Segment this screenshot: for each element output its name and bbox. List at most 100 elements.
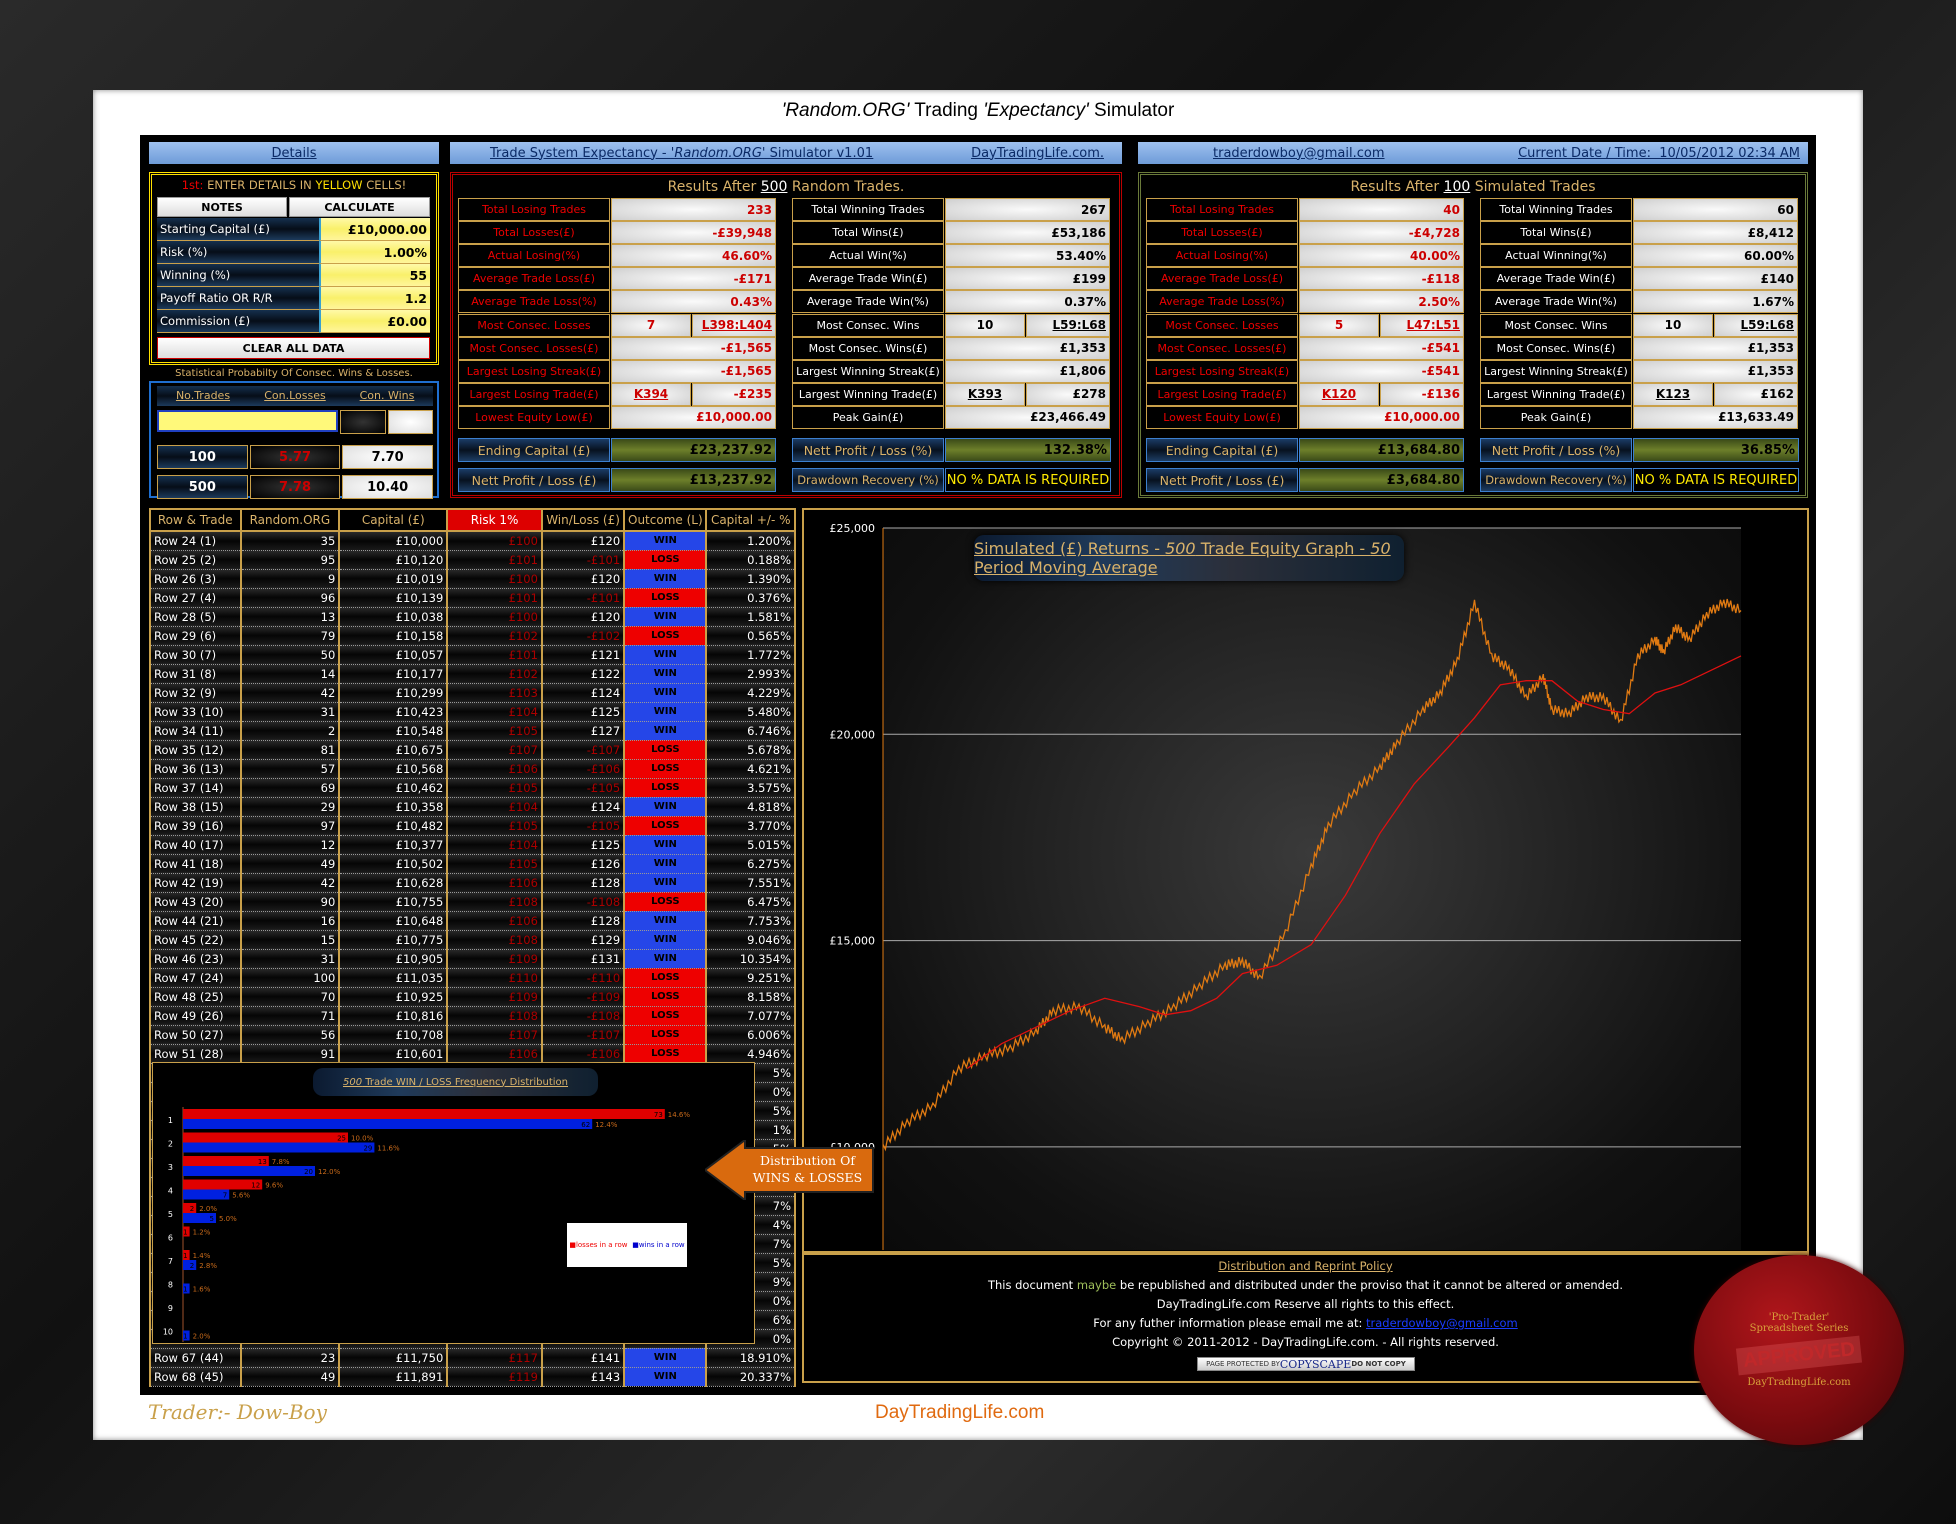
table-cell[interactable]: 1.581% <box>705 607 796 627</box>
table-cell[interactable]: £10,601 <box>338 1044 449 1064</box>
cell-ref-link[interactable]: K120 <box>1299 382 1379 406</box>
cell-range-link[interactable]: L59:L68 <box>1026 313 1110 337</box>
table-cell[interactable]: Row 33 (10) <box>149 702 242 722</box>
table-cell[interactable]: £120 <box>540 531 626 551</box>
table-cell[interactable]: 9.046% <box>705 930 796 950</box>
table-cell[interactable]: LOSS <box>623 1044 708 1064</box>
table-cell[interactable]: -£105 <box>540 778 626 798</box>
table-cell[interactable]: 35 <box>239 531 341 551</box>
table-cell[interactable]: 16 <box>239 911 341 931</box>
table-cell[interactable]: Row 29 (6) <box>149 626 242 646</box>
table-cell[interactable]: Row 28 (5) <box>149 607 242 627</box>
table-cell[interactable]: £10,358 <box>338 797 449 817</box>
table-cell[interactable]: £120 <box>540 607 626 627</box>
table-cell[interactable]: WIN <box>623 854 708 874</box>
table-cell[interactable]: £143 <box>540 1367 626 1387</box>
table-cell[interactable]: Row 34 (11) <box>149 721 242 741</box>
table-cell[interactable]: £10,568 <box>338 759 449 779</box>
table-cell[interactable]: Row 31 (8) <box>149 664 242 684</box>
copyscape-badge[interactable]: PAGE PROTECTED BY COPYSCAPE DO NOT COPY <box>1197 1357 1415 1371</box>
table-cell[interactable]: Row 41 (18) <box>149 854 242 874</box>
table-cell[interactable]: £101 <box>446 645 543 665</box>
table-cell[interactable]: £10,925 <box>338 987 449 1007</box>
column-header[interactable]: Outcome (L) <box>623 508 708 532</box>
table-cell[interactable]: £101 <box>446 588 543 608</box>
table-cell[interactable]: Row 42 (19) <box>149 873 242 893</box>
table-cell[interactable]: LOSS <box>623 778 708 798</box>
cell-range-link[interactable]: L59:L68 <box>1714 313 1798 337</box>
table-cell[interactable]: £100 <box>446 607 543 627</box>
table-cell[interactable]: £125 <box>540 835 626 855</box>
table-cell[interactable]: Row 45 (22) <box>149 930 242 950</box>
table-cell[interactable]: LOSS <box>623 816 708 836</box>
no-trades-input[interactable] <box>157 410 338 432</box>
table-cell[interactable]: £125 <box>540 702 626 722</box>
table-cell[interactable]: £106 <box>446 911 543 931</box>
table-cell[interactable]: £106 <box>446 1044 543 1064</box>
table-cell[interactable]: £121 <box>540 645 626 665</box>
table-cell[interactable]: £10,548 <box>338 721 449 741</box>
table-cell[interactable]: LOSS <box>623 1025 708 1045</box>
table-cell[interactable]: WIN <box>623 531 708 551</box>
table-cell[interactable]: £109 <box>446 987 543 1007</box>
table-cell[interactable]: £10,648 <box>338 911 449 931</box>
table-cell[interactable]: 71 <box>239 1006 341 1026</box>
table-cell[interactable]: WIN <box>623 911 708 931</box>
table-cell[interactable]: £10,502 <box>338 854 449 874</box>
table-cell[interactable]: 23 <box>239 1348 341 1368</box>
cell-ref-link[interactable]: K394 <box>611 382 691 406</box>
table-cell[interactable]: 8.158% <box>705 987 796 1007</box>
table-cell[interactable]: 42 <box>239 873 341 893</box>
table-cell[interactable]: Row 51 (28) <box>149 1044 242 1064</box>
table-cell[interactable]: 29 <box>239 797 341 817</box>
table-cell[interactable]: WIN <box>623 607 708 627</box>
column-header[interactable]: Capital +/- % <box>705 508 796 532</box>
table-cell[interactable]: £10,482 <box>338 816 449 836</box>
detail-field-input[interactable]: 55 <box>319 264 430 287</box>
table-cell[interactable]: £10,139 <box>338 588 449 608</box>
table-cell[interactable]: LOSS <box>623 626 708 646</box>
table-cell[interactable]: £10,377 <box>338 835 449 855</box>
table-cell[interactable]: 4.946% <box>705 1044 796 1064</box>
cell-ref-link[interactable]: K393 <box>945 382 1025 406</box>
table-cell[interactable]: 5.015% <box>705 835 796 855</box>
table-cell[interactable]: Row 68 (45) <box>149 1367 242 1387</box>
calculate-button[interactable]: CALCULATE <box>289 197 430 217</box>
table-cell[interactable]: LOSS <box>623 1006 708 1026</box>
table-cell[interactable]: LOSS <box>623 987 708 1007</box>
detail-field-input[interactable]: 1.2 <box>319 287 430 310</box>
table-cell[interactable]: £105 <box>446 816 543 836</box>
table-cell[interactable]: £10,462 <box>338 778 449 798</box>
table-cell[interactable]: 18.910% <box>705 1348 796 1368</box>
table-cell[interactable]: Row 36 (13) <box>149 759 242 779</box>
table-cell[interactable]: 6.746% <box>705 721 796 741</box>
table-cell[interactable]: 57 <box>239 759 341 779</box>
table-cell[interactable]: 79 <box>239 626 341 646</box>
table-cell[interactable]: Row 37 (14) <box>149 778 242 798</box>
table-cell[interactable]: 0.565% <box>705 626 796 646</box>
column-header[interactable]: Random.ORG <box>239 508 341 532</box>
table-cell[interactable]: Row 30 (7) <box>149 645 242 665</box>
table-cell[interactable]: 49 <box>239 1367 341 1387</box>
table-cell[interactable]: 5.678% <box>705 740 796 760</box>
table-cell[interactable]: WIN <box>623 1367 708 1387</box>
table-cell[interactable]: £10,628 <box>338 873 449 893</box>
table-cell[interactable]: £109 <box>446 949 543 969</box>
table-cell[interactable]: £10,120 <box>338 550 449 570</box>
table-cell[interactable]: 7.753% <box>705 911 796 931</box>
table-cell[interactable]: Row 67 (44) <box>149 1348 242 1368</box>
table-cell[interactable]: -£107 <box>540 740 626 760</box>
table-cell[interactable]: 3.575% <box>705 778 796 798</box>
table-cell[interactable]: 96 <box>239 588 341 608</box>
table-cell[interactable]: £10,423 <box>338 702 449 722</box>
table-cell[interactable]: -£108 <box>540 1006 626 1026</box>
table-cell[interactable]: LOSS <box>623 588 708 608</box>
table-cell[interactable]: £128 <box>540 873 626 893</box>
table-cell[interactable]: 4.229% <box>705 683 796 703</box>
table-cell[interactable]: Row 32 (9) <box>149 683 242 703</box>
column-header[interactable]: Capital (£) <box>338 508 449 532</box>
table-cell[interactable]: Row 43 (20) <box>149 892 242 912</box>
table-cell[interactable]: £10,708 <box>338 1025 449 1045</box>
table-cell[interactable]: 0.376% <box>705 588 796 608</box>
table-cell[interactable]: £11,035 <box>338 968 449 988</box>
